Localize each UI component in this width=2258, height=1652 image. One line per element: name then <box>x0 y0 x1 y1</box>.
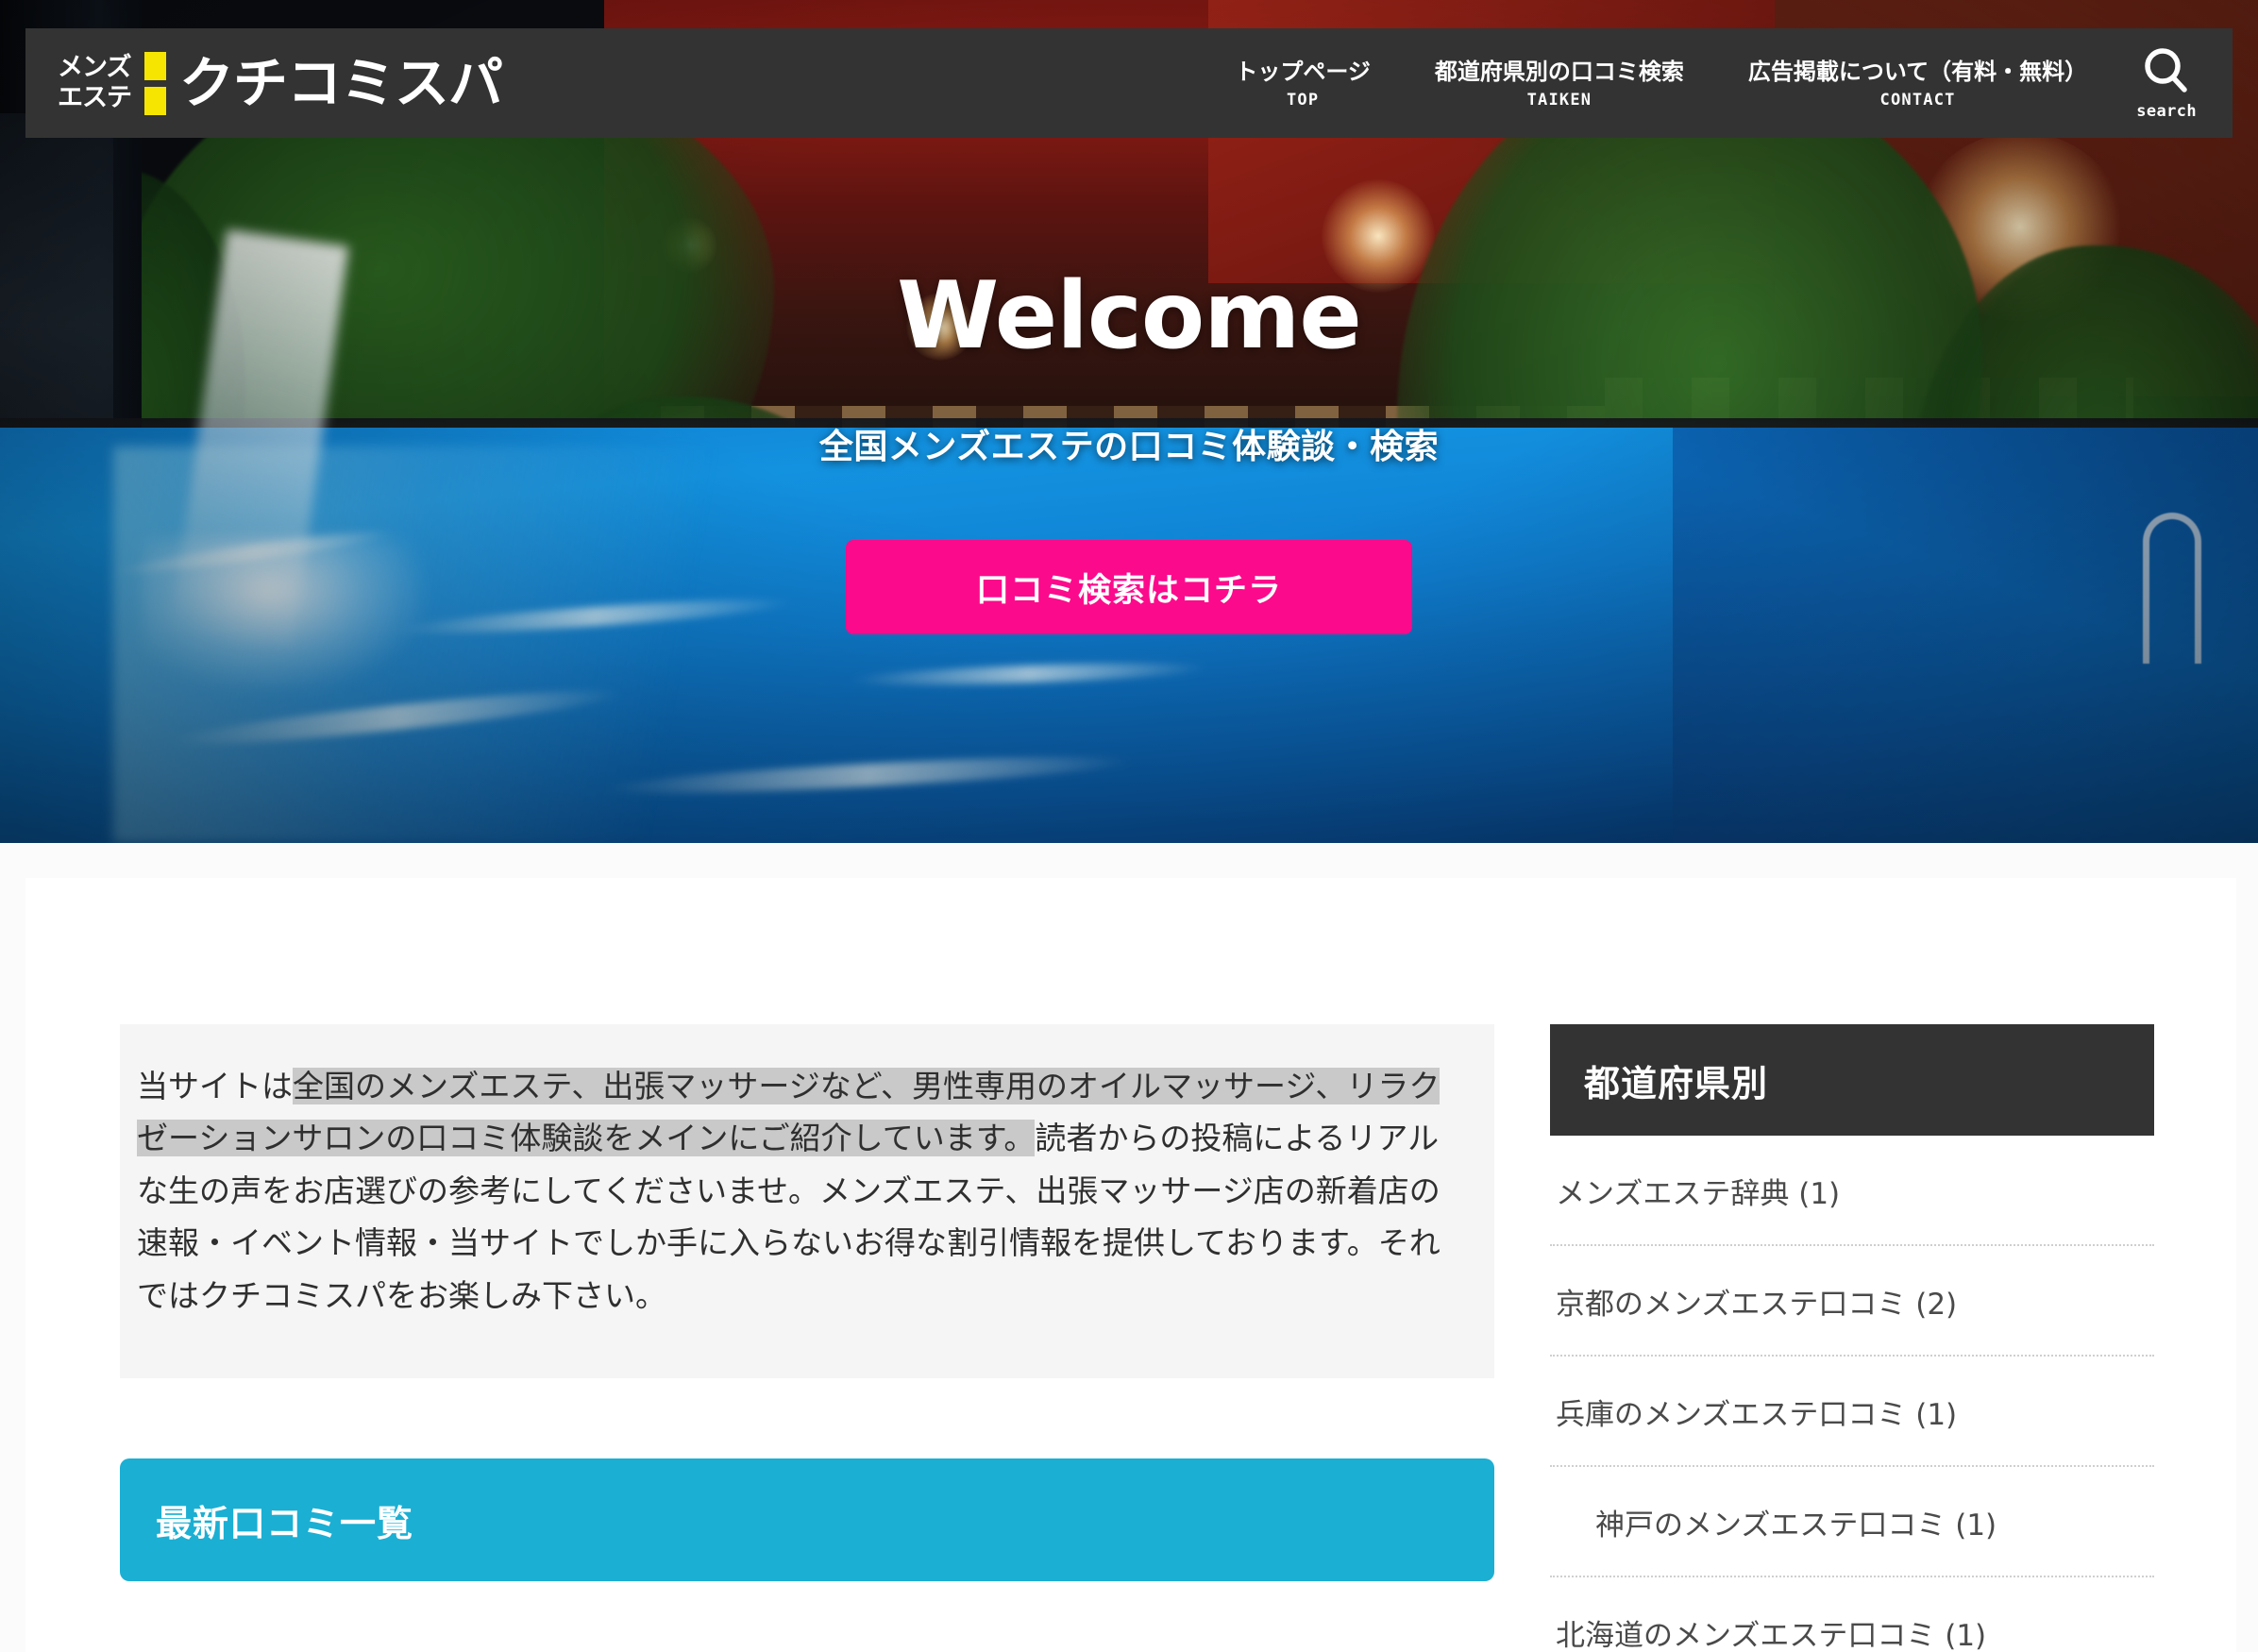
main-navigation: トップページ TOP 都道府県別の口コミ検索 TAIKEN 広告掲載について（有… <box>1203 28 2233 138</box>
page-root: Welcome 全国メンズエステの口コミ体験談・検索 口コミ検索はコチラ メンズ… <box>0 0 2258 1652</box>
site-intro-paragraph: 当サイトは全国のメンズエステ、出張マッサージなど、男性専用のオイルマッサージ、リ… <box>137 1060 1457 1322</box>
nav-item-top[interactable]: トップページ TOP <box>1203 57 1403 109</box>
logo-subtitle-line2: エステ <box>58 83 132 112</box>
sidebar-heading: 都道府県別 <box>1550 1024 2154 1136</box>
search-reviews-cta-button[interactable]: 口コミ検索はコチラ <box>846 540 1412 634</box>
search-icon <box>2145 48 2187 93</box>
header-search-button[interactable]: search <box>2119 45 2221 121</box>
site-intro-box: 当サイトは全国のメンズエステ、出張マッサージなど、男性専用のオイルマッサージ、リ… <box>120 1024 1494 1379</box>
nav-item-top-label-ja: トップページ <box>1235 59 1371 86</box>
sidebar-item-hyogo[interactable]: 兵庫のメンズエステ口コミ (1) <box>1550 1357 2154 1467</box>
nav-item-top-label-en: TOP <box>1286 90 1320 110</box>
sidebar-item-mens-esthe-dictionary[interactable]: メンズエステ辞典 (1) <box>1550 1136 2154 1246</box>
latest-reviews-heading: 最新口コミ一覧 <box>120 1458 1494 1582</box>
hero-title: Welcome <box>897 262 1362 370</box>
content-container: 当サイトは全国のメンズエステ、出張マッサージなど、男性専用のオイルマッサージ、リ… <box>25 878 2236 1652</box>
nav-item-contact[interactable]: 広告掲載について（有料・無料） CONTACT <box>1716 57 2119 109</box>
nav-item-taiken-label-en: TAIKEN <box>1526 90 1592 110</box>
sidebar-prefecture-list: メンズエステ辞典 (1) 京都のメンズエステ口コミ (2) 兵庫のメンズエステ口… <box>1550 1136 2154 1652</box>
sidebar-item-kyoto[interactable]: 京都のメンズエステ口コミ (2) <box>1550 1246 2154 1357</box>
logo-subtitle-line1: メンズ <box>58 53 131 82</box>
sidebar-heading-label: 都道府県別 <box>1584 1062 1769 1104</box>
site-logo[interactable]: メンズ エステ クチコミスパ <box>58 51 503 115</box>
nav-item-taiken-label-ja: 都道府県別の口コミ検索 <box>1434 59 1684 86</box>
sidebar-item-kobe[interactable]: 神戸のメンズエステ口コミ (1) <box>1550 1467 2154 1577</box>
site-header: メンズ エステ クチコミスパ トップページ TOP 都道府県別の口コミ検索 TA… <box>25 28 2233 138</box>
latest-reviews-heading-label: 最新口コミ一覧 <box>156 1502 414 1544</box>
intro-text-part1: 当サイトは <box>137 1068 293 1104</box>
main-column: 当サイトは全国のメンズエステ、出張マッサージなど、男性専用のオイルマッサージ、リ… <box>25 878 1494 1652</box>
nav-item-contact-label-ja: 広告掲載について（有料・無料） <box>1747 59 2088 86</box>
sidebar: 都道府県別 メンズエステ辞典 (1) 京都のメンズエステ口コミ (2) 兵庫のメ… <box>1467 878 2154 1652</box>
sidebar-item-hokkaido[interactable]: 北海道のメンズエステ口コミ (1) <box>1550 1577 2154 1652</box>
header-search-label: search <box>2136 102 2197 121</box>
nav-item-taiken[interactable]: 都道府県別の口コミ検索 TAIKEN <box>1403 57 1716 109</box>
hero-subtitle: 全国メンズエステの口コミ体験談・検索 <box>818 428 1440 466</box>
nav-item-contact-label-en: CONTACT <box>1879 90 1956 110</box>
logo-yellow-bars-icon <box>144 51 166 115</box>
logo-subtitle: メンズ エステ <box>58 53 132 113</box>
logo-wordmark: クチコミスパ <box>179 51 503 115</box>
